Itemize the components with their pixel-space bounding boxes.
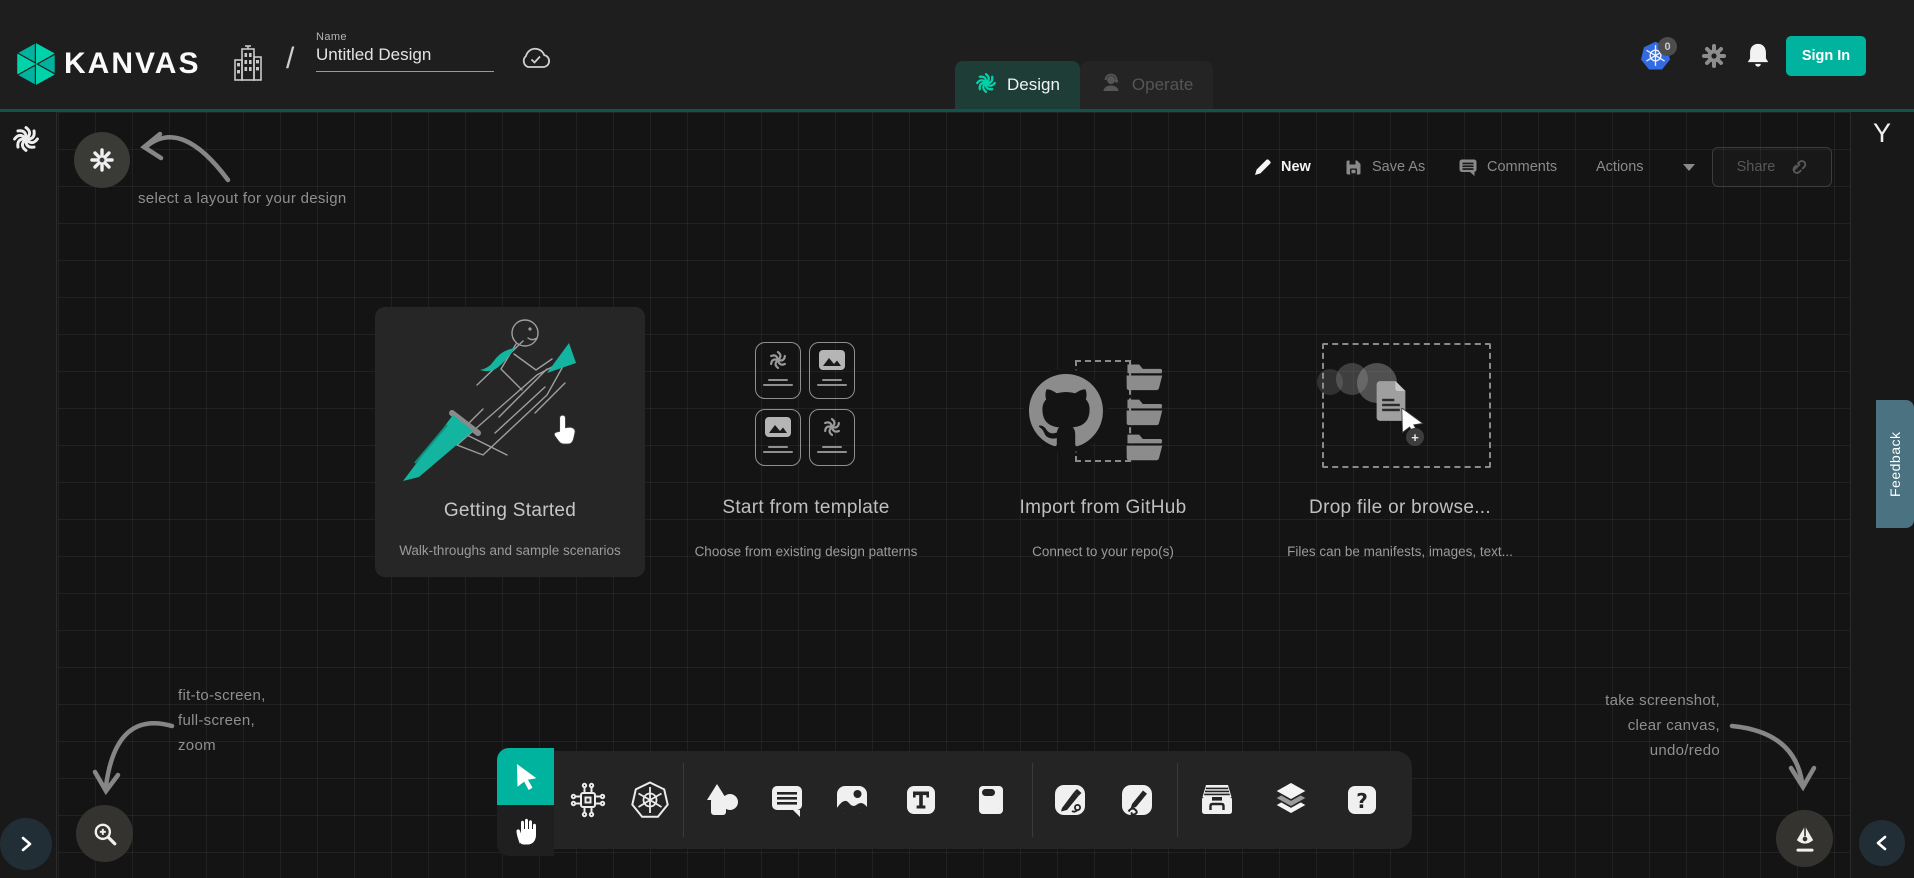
pointer-tools-column xyxy=(497,748,554,856)
tab-operate-label: Operate xyxy=(1132,75,1193,95)
template-thumb xyxy=(755,409,801,466)
github-card-art[interactable] xyxy=(1020,352,1170,472)
actions-dropdown[interactable]: Actions xyxy=(1596,147,1695,187)
sticky-note-icon[interactable] xyxy=(971,780,1011,820)
select-tool-button[interactable] xyxy=(497,748,554,805)
cloud-sync-icon xyxy=(518,44,554,79)
layout-hint-text: select a layout for your design xyxy=(138,190,347,207)
brand-wordmark: KANVAS xyxy=(64,47,200,81)
pen-tool-icon[interactable] xyxy=(1050,780,1090,820)
operate-headset-icon xyxy=(1100,72,1122,99)
rocket-rider-illustration xyxy=(395,313,625,491)
text-tool-icon[interactable] xyxy=(901,780,941,820)
kubernetes-context-switcher[interactable]: 0 xyxy=(1640,40,1671,76)
shapes-icon[interactable] xyxy=(702,780,742,820)
design-name-label: Name xyxy=(316,31,494,43)
help-icon[interactable]: ? xyxy=(1342,780,1382,820)
card-title: Getting Started xyxy=(375,500,645,522)
settings-gear-icon[interactable] xyxy=(1700,42,1728,75)
save-icon xyxy=(1344,158,1363,177)
zoom-controls-button[interactable] xyxy=(76,805,133,862)
layout-asterisk-icon xyxy=(89,147,115,173)
top-navbar: KANVAS / Name xyxy=(0,0,1914,109)
card-title[interactable]: Import from GitHub xyxy=(953,497,1253,519)
card-title[interactable]: Drop file or browse... xyxy=(1250,497,1550,519)
pen-nib-icon xyxy=(1792,825,1818,853)
kubernetes-tool-icon[interactable] xyxy=(630,780,670,820)
share-label: Share xyxy=(1737,159,1776,175)
share-link-icon xyxy=(1787,157,1807,177)
layout-select-button[interactable] xyxy=(74,132,130,188)
template-card-art[interactable] xyxy=(755,342,855,466)
card-title[interactable]: Start from template xyxy=(656,497,956,519)
spiral-icon xyxy=(821,416,843,438)
new-label: New xyxy=(1281,159,1311,175)
share-button[interactable]: Share xyxy=(1712,147,1832,187)
zoom-in-icon xyxy=(92,821,118,847)
design-name-field: Name xyxy=(316,31,494,72)
folders-icon xyxy=(1126,362,1164,462)
components-circuit-icon[interactable] xyxy=(568,780,608,820)
meshery-spiral-icon[interactable] xyxy=(11,124,41,159)
mode-tabs: Design Operate xyxy=(955,61,1213,109)
drop-file-card-art[interactable]: + xyxy=(1310,340,1505,475)
getting-started-card[interactable]: Getting Started Walk-throughs and sample… xyxy=(375,307,645,577)
organization-icon[interactable] xyxy=(232,44,264,89)
github-icon xyxy=(1029,374,1103,448)
kanvas-logo-icon[interactable] xyxy=(14,42,58,91)
card-subtitle: Connect to your repo(s) xyxy=(953,544,1253,559)
comments-button[interactable]: Comments xyxy=(1458,147,1557,187)
save-as-button[interactable]: Save As xyxy=(1344,147,1425,187)
notifications-bell-icon[interactable] xyxy=(1744,41,1772,76)
sign-in-button[interactable]: Sign In xyxy=(1786,36,1866,76)
pan-tool-button[interactable] xyxy=(497,805,554,856)
tab-design-label: Design xyxy=(1007,75,1060,95)
view-controls-hint: fit-to-screen, full-screen, zoom xyxy=(178,683,266,758)
image-icon xyxy=(764,416,792,438)
canvas-tools-button[interactable] xyxy=(1776,810,1833,867)
layers-icon[interactable] xyxy=(1271,780,1311,820)
drawer-icon[interactable] xyxy=(1197,780,1237,820)
kanvas-app: KANVAS / Name xyxy=(0,0,1914,878)
hand-icon xyxy=(513,817,539,845)
card-subtitle: Files can be manifests, images, text... xyxy=(1250,544,1550,559)
svg-text:?: ? xyxy=(1356,789,1368,813)
save-as-label: Save As xyxy=(1372,159,1425,175)
tab-design[interactable]: Design xyxy=(955,61,1080,109)
comments-label: Comments xyxy=(1487,159,1557,175)
left-dock xyxy=(0,112,57,878)
expand-left-panel-button[interactable] xyxy=(0,818,52,870)
breadcrumb-separator: / xyxy=(286,42,294,76)
cursor-arrow-icon xyxy=(514,764,538,790)
hand-pointer-cursor xyxy=(552,414,580,446)
image-tool-icon[interactable] xyxy=(832,780,872,820)
comment-tool-icon[interactable] xyxy=(767,780,807,820)
chevron-right-icon xyxy=(17,835,35,853)
canvas-actions-hint: take screenshot, clear canvas, undo/redo xyxy=(1420,688,1720,763)
chevron-down-icon xyxy=(1683,164,1695,171)
new-design-button[interactable]: New xyxy=(1253,147,1311,187)
template-thumb xyxy=(809,342,855,399)
bottom-toolbar: ? xyxy=(554,751,1412,849)
context-count-badge: 0 xyxy=(1658,37,1677,56)
collapse-right-panel-button[interactable] xyxy=(1859,820,1905,866)
image-icon xyxy=(818,349,846,371)
chevron-left-icon xyxy=(1873,834,1891,852)
spiral-icon xyxy=(767,349,789,371)
design-spiral-icon xyxy=(975,72,997,99)
sketch-pencil-icon[interactable] xyxy=(1117,780,1157,820)
plus-badge-icon: + xyxy=(1406,428,1424,446)
tab-operate[interactable]: Operate xyxy=(1080,61,1213,109)
design-name-input[interactable] xyxy=(316,43,494,72)
pencil-icon xyxy=(1253,158,1272,177)
feedback-button[interactable]: Feedback xyxy=(1876,400,1914,528)
card-subtitle: Walk-throughs and sample scenarios xyxy=(375,543,645,558)
yaml-panel-toggle[interactable]: Y xyxy=(1850,118,1914,149)
template-thumb xyxy=(755,342,801,399)
template-thumb xyxy=(809,409,855,466)
actions-label: Actions xyxy=(1596,159,1644,175)
comments-icon xyxy=(1458,158,1478,177)
card-subtitle: Choose from existing design patterns xyxy=(656,544,956,559)
